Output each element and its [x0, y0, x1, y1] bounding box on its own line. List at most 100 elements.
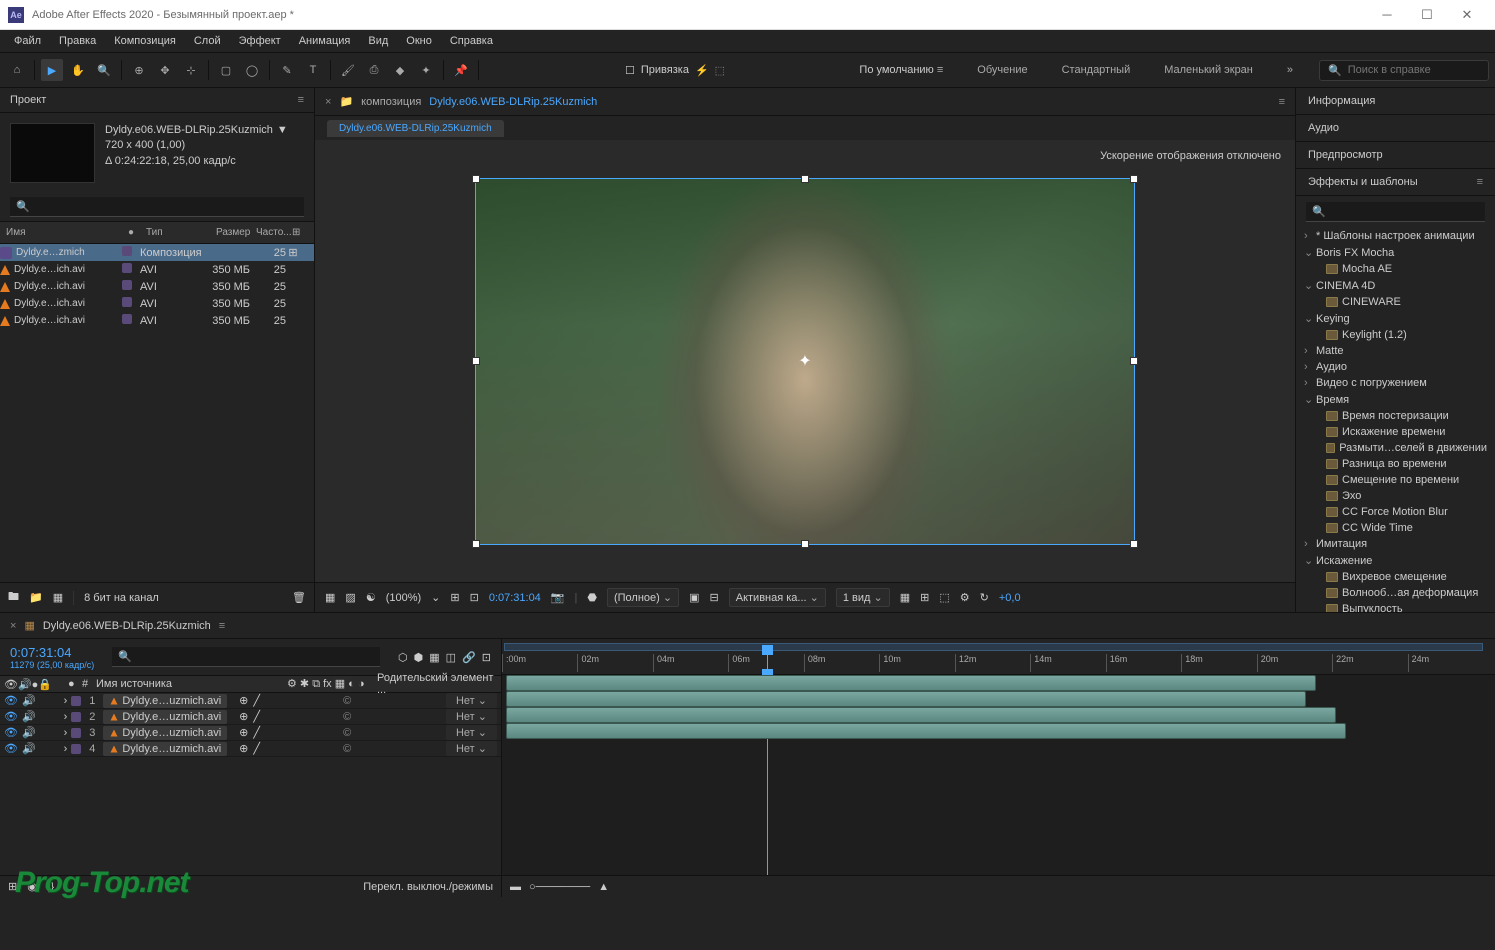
minimize-button[interactable]: ─ [1367, 1, 1407, 29]
menu-композиция[interactable]: Композиция [106, 33, 184, 49]
timeline-panel-menu[interactable]: ≡ [219, 620, 225, 632]
effect-item[interactable]: CINEWARE [1300, 294, 1491, 310]
snapshot-icon[interactable]: 📷 [551, 591, 565, 604]
timeline-search-input[interactable] [132, 651, 374, 663]
tl-icon-4[interactable]: ◫ [446, 651, 456, 664]
effect-item[interactable]: CC Force Motion Blur [1300, 504, 1491, 520]
view-opt4-icon[interactable]: ⚙ [960, 591, 970, 604]
effects-panel-menu[interactable]: ≡ [1477, 176, 1483, 188]
project-row[interactable]: Dyldy.e…ich.aviAVI350 МБ25 [0, 261, 314, 278]
eraser-tool[interactable]: ◆ [389, 59, 411, 81]
viewer-subtab[interactable]: Dyldy.e06.WEB-DLRip.25Kuzmich [327, 120, 504, 137]
effect-category[interactable]: ⌄Boris FX Mocha [1300, 244, 1491, 261]
effect-item[interactable]: Искажение времени [1300, 424, 1491, 440]
effect-category[interactable]: ›Имитация [1300, 536, 1491, 552]
audio-panel-tab[interactable]: Аудио [1296, 115, 1495, 142]
effect-item[interactable]: CC Wide Time [1300, 520, 1491, 536]
timeline-ruler[interactable]: :00m02m04m06m08m10m12m14m16m18m20m22m24m [502, 639, 1495, 675]
track-clip[interactable] [506, 723, 1346, 739]
timeline-layer[interactable]: 👁🔊›4Dyldy.e…uzmich.avi⊕╱©Нет ⌄ [0, 741, 501, 757]
tl-foot-icon1[interactable]: ⊞ [8, 880, 17, 893]
effect-category[interactable]: ›* Шаблоны настроек анимации [1300, 228, 1491, 244]
timeline-tab-name[interactable]: Dyldy.e06.WEB-DLRip.25Kuzmich [43, 620, 211, 632]
anchor-icon[interactable]: ✦ [798, 351, 811, 371]
track-clip[interactable] [506, 691, 1306, 707]
region-icon[interactable]: ▣ [689, 591, 699, 604]
snap-option-icon[interactable]: ⚡ [695, 64, 709, 77]
tl-foot-icon3[interactable]: {} [47, 881, 54, 893]
menu-справка[interactable]: Справка [442, 33, 501, 49]
view-opt3-icon[interactable]: ⬚ [939, 591, 949, 604]
exposure-value[interactable]: +0,0 [999, 592, 1021, 604]
new-comp-icon[interactable]: ▦ [53, 591, 63, 604]
workspace-more[interactable]: » [1279, 60, 1301, 80]
ellipse-tool[interactable]: ◯ [241, 59, 263, 81]
tl-foot-icon2[interactable]: ◉ [27, 880, 37, 893]
roto-tool[interactable]: ✦ [415, 59, 437, 81]
transparency-icon[interactable]: ▨ [345, 591, 355, 604]
tl-icon-1[interactable]: ⬡ [398, 651, 408, 664]
reset-exposure-icon[interactable]: ↻ [980, 591, 989, 604]
brush-tool[interactable]: 🖌 [337, 59, 359, 81]
col-name[interactable]: Имя [0, 225, 122, 240]
effect-category[interactable]: ⌄CINEMA 4D [1300, 277, 1491, 294]
menu-эффект[interactable]: Эффект [231, 33, 289, 49]
project-panel-menu[interactable]: ≡ [298, 94, 304, 106]
effect-item[interactable]: Смещение по времени [1300, 472, 1491, 488]
workspace-default[interactable]: По умолчанию ≡ [851, 60, 951, 80]
menu-файл[interactable]: Файл [6, 33, 49, 49]
snap-checkbox[interactable]: ☐ [625, 64, 635, 77]
guides-icon[interactable]: ⊡ [470, 591, 479, 604]
track-clip[interactable] [506, 707, 1336, 723]
video-frame[interactable]: ✦ [475, 178, 1135, 545]
zoom-slider[interactable]: ○─────── [529, 881, 590, 893]
rect-tool[interactable]: ▢ [215, 59, 237, 81]
effect-category[interactable]: ›Matte [1300, 343, 1491, 359]
viewer-timecode[interactable]: 0:07:31:04 [489, 592, 541, 604]
project-row[interactable]: Dyldy.e…ich.aviAVI350 МБ25 [0, 312, 314, 329]
zoom-level[interactable]: (100%) [386, 592, 421, 604]
effect-item[interactable]: Разница во времени [1300, 456, 1491, 472]
close-button[interactable]: ✕ [1447, 1, 1487, 29]
timeline-search[interactable]: 🔍 [112, 647, 380, 667]
pan-behind-tool[interactable]: ✥ [154, 59, 176, 81]
tl-icon-2[interactable]: ⬢ [414, 651, 424, 664]
color-depth[interactable]: 8 бит на канал [84, 592, 159, 604]
tl-icon-3[interactable]: ▦ [429, 651, 439, 664]
preview-panel-tab[interactable]: Предпросмотр [1296, 142, 1495, 169]
mask-icon[interactable]: ☯ [366, 591, 376, 604]
col-extra[interactable]: ⊞ [286, 225, 300, 240]
menu-слой[interactable]: Слой [186, 33, 229, 49]
channel-icon[interactable]: ⬣ [587, 591, 597, 604]
effects-panel-tab[interactable]: Эффекты и шаблоны≡ [1296, 169, 1495, 196]
track-clip[interactable] [506, 675, 1316, 691]
home-button[interactable]: ⌂ [6, 59, 28, 81]
info-panel-tab[interactable]: Информация [1296, 88, 1495, 115]
col-source[interactable]: Имя источника [96, 678, 287, 690]
timeline-tracks[interactable] [502, 675, 1495, 875]
menu-анимация[interactable]: Анимация [291, 33, 359, 49]
comp-dropdown-icon[interactable]: ▼ [277, 123, 288, 138]
effects-search-input[interactable] [1332, 206, 1479, 218]
tl-icon-6[interactable]: ⊡ [482, 651, 491, 664]
menu-правка[interactable]: Правка [51, 33, 104, 49]
project-row[interactable]: Dyldy.e…zmichКомпозиция25⊞ [0, 244, 314, 261]
grid-icon[interactable]: ▦ [325, 591, 335, 604]
col-label[interactable]: ● [122, 225, 140, 240]
viewer-compname[interactable]: Dyldy.e06.WEB-DLRip.25Kuzmich [429, 96, 597, 108]
hand-tool[interactable]: ✋ [67, 59, 89, 81]
puppet-tool[interactable]: 📌 [450, 59, 472, 81]
timeline-layer[interactable]: 👁🔊›1Dyldy.e…uzmich.avi⊕╱©Нет ⌄ [0, 693, 501, 709]
effects-search[interactable]: 🔍 [1306, 202, 1485, 222]
selection-tool[interactable]: ▶ [41, 59, 63, 81]
menu-окно[interactable]: Окно [398, 33, 440, 49]
draft-icon[interactable]: ⊟ [710, 591, 719, 604]
zoom-tool[interactable]: 🔍 [93, 59, 115, 81]
viewport[interactable]: Ускорение отображения отключено ✦ [315, 140, 1295, 582]
effect-item[interactable]: Выпуклость [1300, 601, 1491, 612]
project-row[interactable]: Dyldy.e…ich.aviAVI350 МБ25 [0, 295, 314, 312]
effect-category[interactable]: ⌄Keying [1300, 310, 1491, 327]
res-icon[interactable]: ⊞ [450, 591, 459, 604]
effects-tree[interactable]: ›* Шаблоны настроек анимации⌄Boris FX Mo… [1296, 228, 1495, 612]
project-search[interactable]: 🔍 [10, 197, 304, 217]
